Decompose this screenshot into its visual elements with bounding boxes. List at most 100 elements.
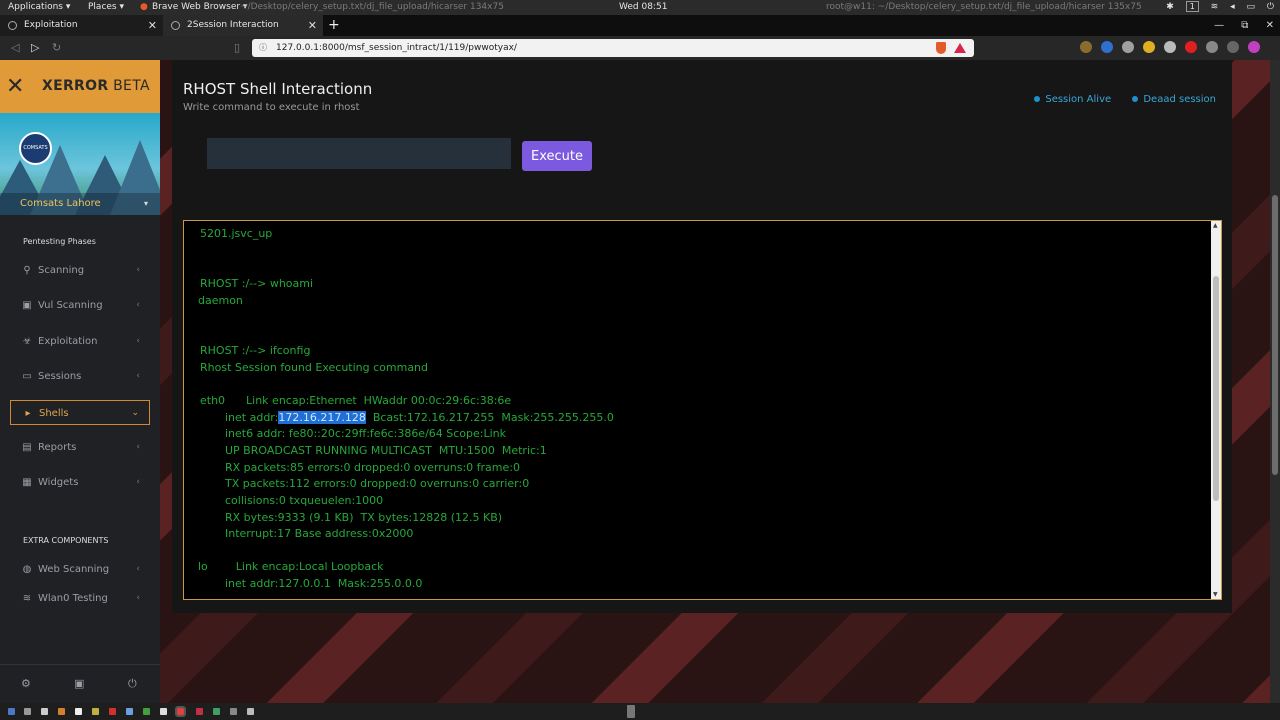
taskbar-app-icon[interactable] <box>143 708 150 715</box>
terminal-line: inet6 addr: fe80::20c:29ff:fe6c:386e/64 … <box>225 427 507 440</box>
terminal-line: inet addr:127.0.0.1 Mask:255.0.0.0 <box>225 577 423 590</box>
brave-shield-icon[interactable] <box>936 42 946 54</box>
tab-exploitation[interactable]: Exploitation ✕ <box>0 15 163 36</box>
wifi-icon[interactable]: ≋ <box>1211 2 1219 12</box>
scrollbar-thumb[interactable] <box>1213 276 1219 501</box>
main-content: RHOST Shell Interactionn Write command t… <box>160 60 1270 703</box>
section-title-pentesting: Pentesting Phases <box>23 237 96 246</box>
power-icon[interactable]: ⏻ <box>1267 2 1274 12</box>
app-launcher-icon[interactable] <box>8 708 15 715</box>
taskbar-app-icon[interactable] <box>75 708 82 715</box>
inbox-icon[interactable]: ▣ <box>74 677 84 690</box>
taskbar-app-icon[interactable] <box>58 708 65 715</box>
adblock-icon[interactable] <box>1185 41 1197 53</box>
taskbar-app-icon[interactable] <box>213 708 220 715</box>
minimize-icon[interactable]: — <box>1214 20 1224 31</box>
maximize-icon[interactable]: ⧉ <box>1241 20 1248 31</box>
sidebar-item-reports[interactable]: ▤ Reports ‹ <box>10 435 150 460</box>
workspace-indicator[interactable]: 1 <box>1185 1 1199 12</box>
terminal-title-right: root@w11: ~/Desktop/celery_setup.txt/dj_… <box>826 2 1142 12</box>
scrollbar-thumb[interactable] <box>1272 195 1278 475</box>
sidebar-item-wlan0-testing[interactable]: ≋ Wlan0 Testing ‹ <box>10 586 150 611</box>
clock[interactable]: Wed 08:51 <box>619 0 667 15</box>
taskbar-app-icon[interactable] <box>41 708 48 715</box>
browser-menu[interactable]: Brave Web Browser ▾ <box>152 0 247 15</box>
applications-menu[interactable]: Applications ▾ <box>8 0 70 15</box>
app-tray-icon[interactable]: ✱ <box>1166 2 1174 12</box>
command-input[interactable] <box>207 138 511 169</box>
avatar[interactable]: COMSATS <box>19 132 52 165</box>
taskbar-app-icon[interactable] <box>196 708 203 715</box>
navigation-bar: ◁ ▷ ↻ ▯ ⓘ 127.0.0.1:8000/msf_session_int… <box>0 36 1280 60</box>
sidebar: ✕ XERROR BETA COMSATS Comsats Lahore ▾ P… <box>0 60 160 703</box>
taskbar-app-icon[interactable] <box>230 708 237 715</box>
taskbar-app-icon[interactable] <box>160 708 167 715</box>
shell-interaction-card: RHOST Shell Interactionn Write command t… <box>172 60 1232 613</box>
lock-icon[interactable]: ⓘ <box>259 39 267 57</box>
close-window-icon[interactable]: ✕ <box>1266 20 1274 31</box>
selected-text[interactable]: 172.16.217.128 <box>278 411 366 424</box>
brave-rewards-icon[interactable] <box>954 43 966 53</box>
show-desktop-icon[interactable] <box>627 705 635 718</box>
sidebar-item-scanning[interactable]: ⚲ Scanning ‹ <box>10 258 150 283</box>
profile-banner: COMSATS Comsats Lahore ▾ <box>0 113 160 215</box>
terminal-scrollbar[interactable]: ▲ ▼ <box>1211 221 1221 599</box>
grid-icon: ▦ <box>22 477 32 488</box>
sidebar-item-exploitation[interactable]: ☣ Exploitation ‹ <box>10 329 150 354</box>
back-icon[interactable]: ◁ <box>11 36 19 60</box>
tab-session-interaction[interactable]: 2Session Interaction ✕ <box>163 15 323 36</box>
terminal-line: Rhost Session found Executing command <box>200 361 429 374</box>
extension-icon[interactable] <box>1080 41 1092 53</box>
battery-icon[interactable]: ▭ <box>1246 2 1255 12</box>
sidebar-item-shells[interactable]: ▸ Shells ⌄ <box>10 400 150 425</box>
status-dot-icon <box>1034 96 1041 102</box>
settings-icon[interactable]: ⚙ <box>21 677 31 690</box>
chevron-down-icon: ⌄ <box>131 408 139 418</box>
reload-icon[interactable]: ↻ <box>52 36 61 60</box>
tab-bar: Exploitation ✕ 2Session Interaction ✕ + … <box>0 15 1280 36</box>
sidebar-item-label: Shells <box>39 408 69 419</box>
sidebar-item-widgets[interactable]: ▦ Widgets ‹ <box>10 470 150 495</box>
chevron-left-icon: ‹ <box>136 371 140 381</box>
close-icon[interactable]: ✕ <box>308 15 317 36</box>
bookmark-icon[interactable]: ▯ <box>234 36 240 60</box>
scroll-up-icon[interactable]: ▲ <box>1213 222 1218 229</box>
sidebar-item-sessions[interactable]: ▭ Sessions ‹ <box>10 364 150 389</box>
extension-icon[interactable] <box>1164 41 1176 53</box>
terminal-line: inet addr:172.16.217.128 Bcast:172.16.21… <box>225 411 614 424</box>
page-scrollbar[interactable] <box>1270 60 1280 703</box>
close-icon[interactable]: ✕ <box>148 15 157 36</box>
sidebar-item-web-scanning[interactable]: ◍ Web Scanning ‹ <box>10 557 150 582</box>
power-icon[interactable]: ⏻ <box>128 677 137 691</box>
taskbar-app-icon[interactable] <box>247 708 254 715</box>
scroll-down-icon[interactable]: ▼ <box>1213 591 1218 598</box>
status-dot-icon <box>1132 96 1139 102</box>
extension-icon[interactable] <box>1122 41 1134 53</box>
terminal-line: daemon <box>198 294 243 307</box>
globe-icon: ◍ <box>22 564 32 575</box>
extension-icon[interactable] <box>1206 41 1218 53</box>
extension-icon[interactable] <box>1143 41 1155 53</box>
brave-taskbar-icon[interactable] <box>175 706 186 717</box>
taskbar-app-icon[interactable] <box>126 708 133 715</box>
organization-selector[interactable]: Comsats Lahore ▾ <box>0 193 160 215</box>
url-text[interactable]: 127.0.0.1:8000/msf_session_intract/1/119… <box>276 39 517 57</box>
profile-icon[interactable] <box>1248 41 1260 53</box>
address-bar[interactable]: ⓘ 127.0.0.1:8000/msf_session_intract/1/1… <box>252 39 974 57</box>
brand-header[interactable]: ✕ XERROR BETA <box>0 60 160 113</box>
execute-button[interactable]: Execute <box>522 141 592 171</box>
terminal-output[interactable]: 5201.jsvc_up RHOST :/--> whoami daemon R… <box>183 220 1222 600</box>
volume-icon[interactable]: ◂ <box>1230 2 1235 12</box>
sidebar-item-vul-scanning[interactable]: ▣ Vul Scanning ‹ <box>10 293 150 318</box>
translate-icon[interactable] <box>1101 41 1113 53</box>
chevron-left-icon: ‹ <box>136 477 140 487</box>
new-tab-button[interactable]: + <box>328 15 340 36</box>
places-menu[interactable]: Places ▾ <box>88 0 124 15</box>
taskbar-app-icon[interactable] <box>24 708 31 715</box>
taskbar-app-icon[interactable] <box>92 708 99 715</box>
chevron-left-icon: ‹ <box>136 593 140 603</box>
legend-item-alive: Session Alive <box>1034 94 1111 105</box>
forward-icon[interactable]: ▷ <box>31 36 39 60</box>
pen-icon[interactable] <box>1227 41 1239 53</box>
taskbar-app-icon[interactable] <box>109 708 116 715</box>
